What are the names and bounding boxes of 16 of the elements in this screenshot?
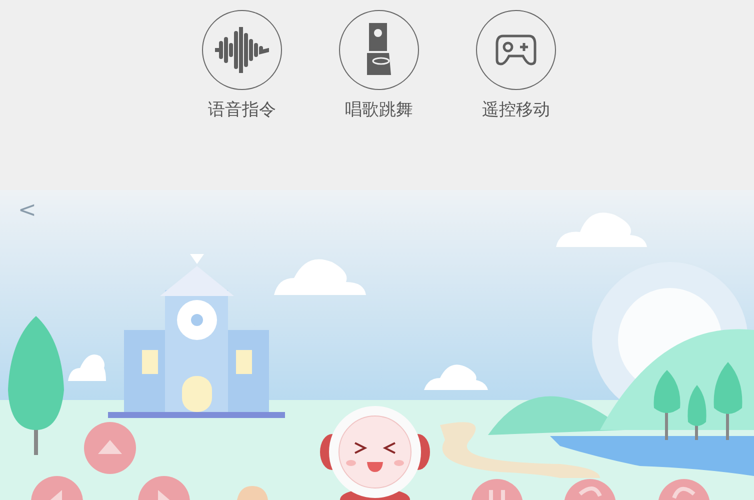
cloud-drawing — [68, 354, 106, 381]
cloud-drawing — [424, 364, 488, 390]
pause-button[interactable] — [471, 479, 523, 500]
mode-label: 唱歌跳舞 — [345, 99, 413, 121]
rock-drawing — [237, 486, 268, 500]
left-arrow-button[interactable] — [31, 476, 83, 500]
redo-button[interactable] — [658, 479, 710, 500]
mode-label: 语音指令 — [208, 99, 276, 121]
undo-button[interactable] — [564, 479, 616, 500]
right-arrow-button[interactable] — [138, 476, 190, 500]
mode-label: 遥控移动 — [482, 99, 550, 121]
robot-leg-icon — [365, 23, 393, 77]
sound-wave-icon — [215, 27, 269, 73]
up-arrow-button[interactable] — [84, 422, 136, 474]
gamepad-icon — [495, 34, 537, 66]
back-button[interactable]: < — [18, 198, 36, 223]
